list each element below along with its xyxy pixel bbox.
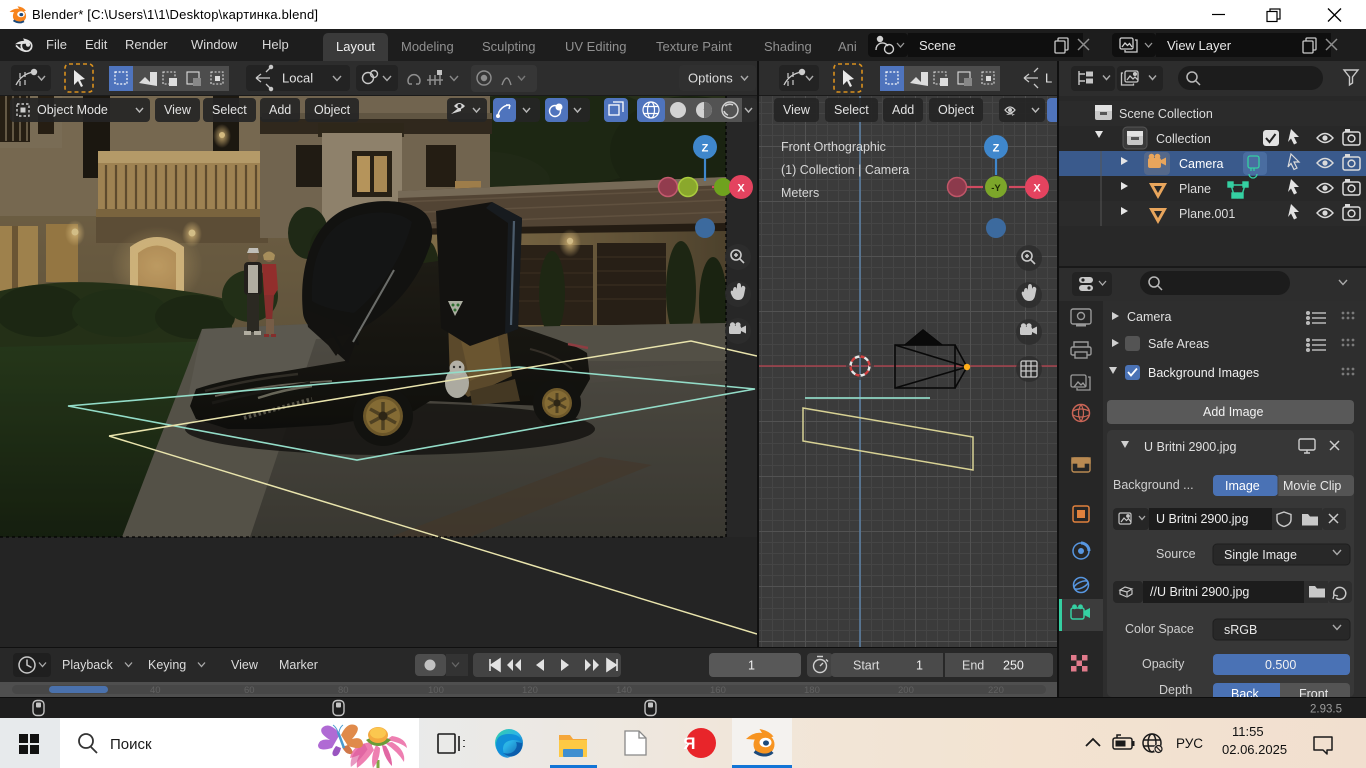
svg-text:220: 220	[988, 685, 1004, 696]
svg-text:Playback: Playback	[62, 658, 113, 672]
svg-text:Color Space: Color Space	[1125, 622, 1194, 636]
svg-text:Поиск: Поиск	[110, 736, 152, 753]
svg-text:Background ...: Background ...	[1113, 478, 1194, 492]
svg-text:Meters: Meters	[781, 186, 819, 200]
svg-text:Z: Z	[702, 143, 709, 155]
svg-text:Background Images: Background Images	[1148, 366, 1259, 380]
svg-text:РУС: РУС	[1176, 736, 1203, 751]
svg-text:2.93.5: 2.93.5	[1310, 704, 1342, 716]
svg-text:140: 140	[616, 685, 632, 696]
svg-text:Safe Areas: Safe Areas	[1148, 337, 1209, 351]
svg-text:80: 80	[338, 685, 349, 696]
svg-text:Start: Start	[853, 659, 880, 673]
svg-text:Plane: Plane	[1179, 182, 1211, 196]
svg-text:Camera: Camera	[1179, 157, 1224, 171]
svg-text://U Britni 2900.jpg: //U Britni 2900.jpg	[1150, 585, 1249, 599]
svg-text:100: 100	[428, 685, 444, 696]
svg-text:02.06.2025: 02.06.2025	[1222, 742, 1287, 757]
svg-text:160: 160	[710, 685, 726, 696]
svg-text:11:55: 11:55	[1232, 724, 1264, 739]
svg-text:(1) Collection | Camera: (1) Collection | Camera	[781, 163, 909, 177]
svg-text:60: 60	[244, 685, 255, 696]
svg-text:Scene: Scene	[919, 38, 956, 53]
svg-text:Single Image: Single Image	[1224, 548, 1297, 562]
svg-text:180: 180	[804, 685, 820, 696]
svg-text:Add Image: Add Image	[1203, 405, 1264, 419]
svg-text:250: 250	[1003, 659, 1024, 673]
svg-text:Depth: Depth	[1159, 683, 1192, 697]
svg-text:View Layer: View Layer	[1167, 38, 1232, 53]
svg-text:120: 120	[522, 685, 538, 696]
svg-text:U Britni 2900.jpg: U Britni 2900.jpg	[1144, 440, 1236, 454]
svg-text:View: View	[231, 658, 259, 672]
svg-text:Source: Source	[1156, 547, 1196, 561]
svg-text:U Britni 2900.jpg: U Britni 2900.jpg	[1156, 512, 1248, 526]
svg-text:Image: Image	[1225, 479, 1260, 493]
svg-text:Local: Local	[282, 71, 313, 86]
svg-text:sRGB: sRGB	[1224, 623, 1257, 637]
svg-text:L: L	[1045, 71, 1052, 86]
svg-text:X: X	[1033, 183, 1041, 195]
svg-text:Movie Clip: Movie Clip	[1283, 479, 1341, 493]
svg-text:End: End	[962, 659, 984, 673]
svg-text:Collection: Collection	[1156, 132, 1211, 146]
svg-text:40: 40	[150, 685, 161, 696]
svg-text:Marker: Marker	[279, 658, 318, 672]
svg-text:R: R	[683, 734, 695, 753]
svg-text:Front Orthographic: Front Orthographic	[781, 140, 886, 154]
svg-text:Z: Z	[993, 143, 1000, 155]
svg-text:-Y: -Y	[991, 183, 1001, 194]
svg-text:Options: Options	[688, 71, 733, 86]
svg-text:200: 200	[898, 685, 914, 696]
svg-text:Scene Collection: Scene Collection	[1119, 107, 1213, 121]
svg-text:Opacity: Opacity	[1142, 657, 1185, 671]
svg-text:Front: Front	[1299, 687, 1329, 697]
svg-text:1: 1	[748, 659, 755, 673]
svg-text:0.500: 0.500	[1265, 658, 1296, 672]
svg-text:1: 1	[916, 659, 923, 673]
svg-text:Keying: Keying	[148, 658, 186, 672]
svg-text:Camera: Camera	[1127, 310, 1172, 324]
svg-text:Back: Back	[1231, 687, 1260, 697]
svg-text:X: X	[737, 183, 745, 195]
svg-text:Plane.001: Plane.001	[1179, 207, 1235, 221]
